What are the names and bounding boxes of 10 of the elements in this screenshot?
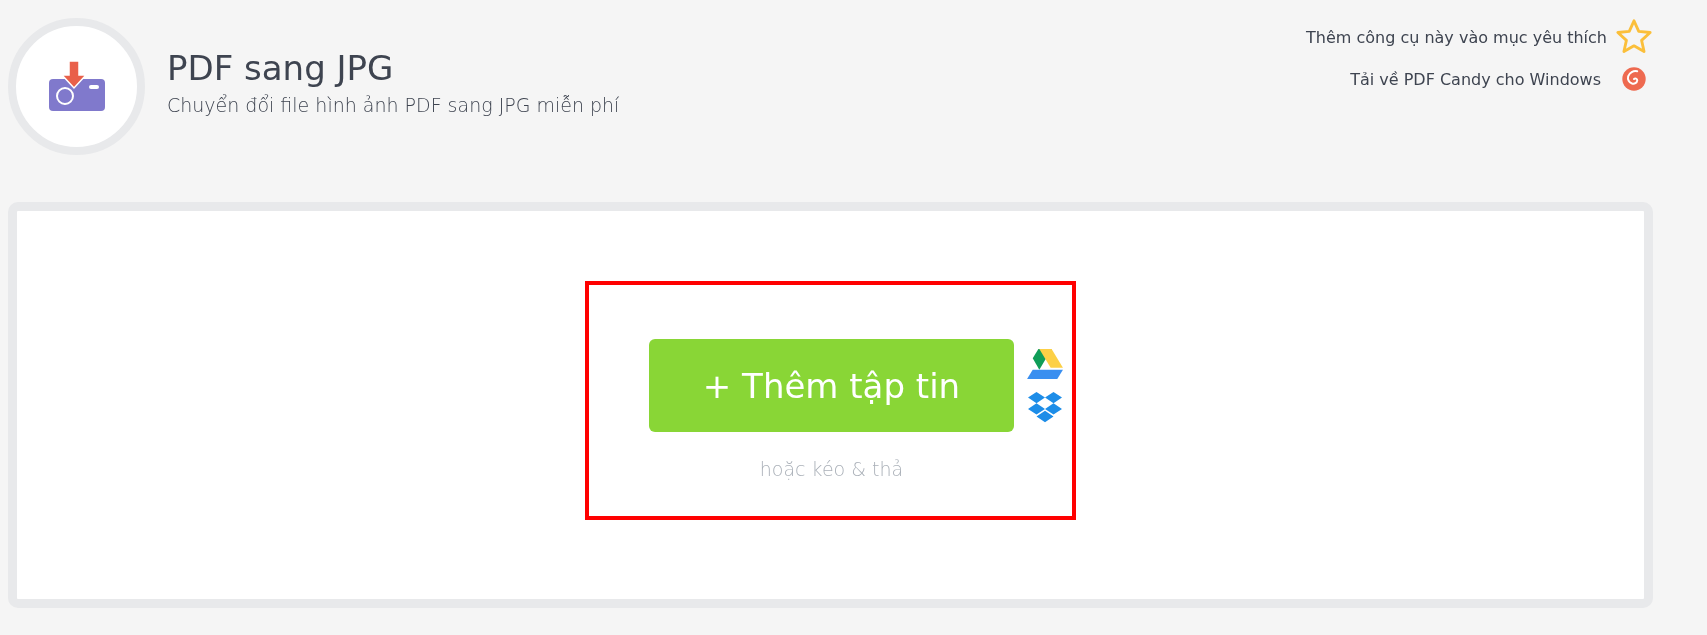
star-icon[interactable] bbox=[1615, 18, 1653, 56]
page-subtitle: Chuyển đổi file hình ảnh PDF sang JPG miễn phí bbox=[167, 94, 620, 116]
header-link[interactable]: Tải về PDF Candy cho Windows bbox=[1350, 69, 1601, 89]
dropbox-icon[interactable] bbox=[1026, 390, 1064, 425]
drive-icon[interactable] bbox=[1026, 346, 1064, 381]
page-title: PDF sang JPG bbox=[167, 48, 395, 88]
drag-drop-hint: hoặc kéo & thả bbox=[759, 458, 904, 480]
spiral-icon[interactable] bbox=[1621, 66, 1647, 92]
camera-download-icon bbox=[46, 60, 107, 113]
header-link[interactable]: Thêm công cụ này vào mục yêu thích bbox=[1306, 27, 1607, 47]
